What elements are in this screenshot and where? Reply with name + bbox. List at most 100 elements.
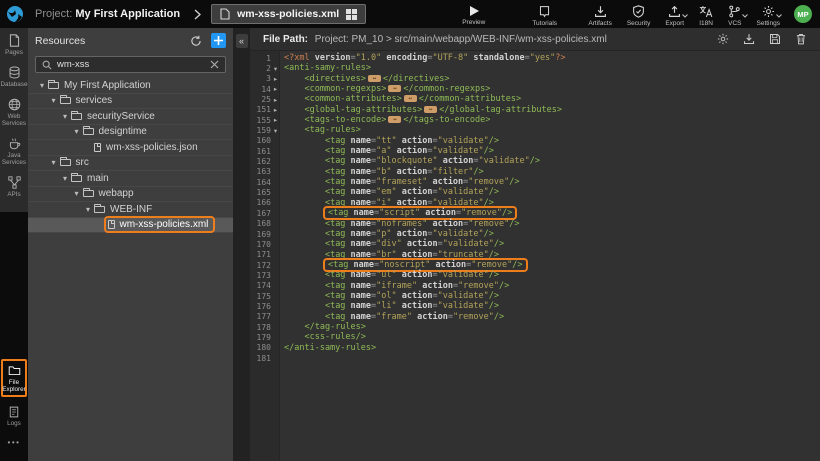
tree-node-label: securityService: [87, 111, 155, 122]
topbar-export-button[interactable]: Export: [665, 5, 684, 27]
wavemaker-logo-icon[interactable]: [6, 5, 24, 23]
folded-code-placeholder[interactable]: ↔: [388, 85, 401, 92]
code-line-171[interactable]: 171 <tag name="br" action="truncate"/>: [250, 250, 820, 260]
collapse-panel-button[interactable]: «: [236, 34, 248, 48]
search-input[interactable]: [57, 59, 205, 70]
code-line-162[interactable]: 162 <tag name="blockquote" action="valid…: [250, 156, 820, 166]
tree-node-wm-xss-policies-json[interactable]: wm-xss-policies.json: [28, 140, 233, 156]
code-line-161[interactable]: 161 <tag name="a" action="validate"/>: [250, 146, 820, 156]
tutorials-button[interactable]: Tutorials: [532, 5, 557, 27]
tree-node-content: wm-xss-policies.json: [94, 142, 198, 153]
folded-code-placeholder[interactable]: ↔: [424, 106, 437, 113]
code-line-181[interactable]: 181: [250, 353, 820, 363]
code-line-172[interactable]: 172 <tag name="noscript" action="remove"…: [250, 260, 820, 270]
sidebar-item-logs[interactable]: Logs: [1, 406, 28, 427]
fold-open-icon[interactable]: ▾: [271, 65, 280, 73]
fold-open-icon[interactable]: ▾: [271, 127, 280, 135]
code-line-167[interactable]: 167 <tag name="script" action="remove"/>: [250, 208, 820, 218]
topbar-artifacts-button[interactable]: Artifacts: [588, 5, 611, 27]
tree-node-web-inf[interactable]: ▾WEB-INF: [28, 202, 233, 218]
folded-code-placeholder[interactable]: ↔: [388, 116, 401, 123]
fold-closed-icon[interactable]: ▸: [271, 96, 280, 104]
expand-arrow-open-icon[interactable]: ▾: [36, 81, 48, 90]
fold-closed-icon[interactable]: ▸: [271, 116, 280, 124]
code-line-14[interactable]: 14▸ <common-regexps>↔</common-regexps>: [250, 84, 820, 94]
expand-arrow-open-icon[interactable]: ▾: [59, 174, 71, 183]
code-line-2[interactable]: 2▾<anti-samy-rules>: [250, 63, 820, 73]
code-line-169[interactable]: 169 <tag name="p" action="validate"/>: [250, 229, 820, 239]
clear-search-icon[interactable]: [210, 60, 219, 69]
line-number: 161: [250, 147, 271, 156]
topbar-i18n-button[interactable]: I18N: [699, 5, 713, 27]
tree-node-src[interactable]: ▾src: [28, 156, 233, 172]
sidebar-item-pages[interactable]: Pages: [0, 34, 28, 56]
tree-node-my-first-application[interactable]: ▾My First Application: [28, 78, 233, 94]
code-line-175[interactable]: 175 <tag name="ol" action="validate"/>: [250, 291, 820, 301]
folded-code-placeholder[interactable]: ↔: [368, 75, 381, 82]
topbar-security-button[interactable]: Security: [627, 5, 650, 27]
sidebar-item-file-explorer[interactable]: File Explorer: [1, 359, 27, 397]
save-file-button[interactable]: [769, 33, 781, 45]
expand-arrow-open-icon[interactable]: ▾: [82, 205, 94, 214]
sidebar-item-java-services[interactable]: Java Services: [0, 137, 28, 166]
delete-file-button[interactable]: [795, 33, 807, 45]
code-line-179[interactable]: 179 <css-rules/>: [250, 332, 820, 342]
tree-node-wm-xss-policies-xml[interactable]: wm-xss-policies.xml: [28, 218, 233, 234]
tree-node-label: wm-xss-policies.json: [106, 142, 198, 153]
code-line-173[interactable]: 173 <tag name="ul" action="validate"/>: [250, 270, 820, 280]
code-line-164[interactable]: 164 <tag name="frameset" action="remove"…: [250, 177, 820, 187]
folder-icon: [71, 175, 82, 182]
expand-arrow-open-icon[interactable]: ▾: [59, 112, 71, 121]
code-line-168[interactable]: 168 <tag name="noframes" action="remove"…: [250, 219, 820, 229]
code-line-151[interactable]: 151▸ <global-tag-attributes>↔</global-ta…: [250, 105, 820, 115]
code-line-text: <tag name="noframes" action="remove"/>: [280, 219, 520, 229]
user-avatar[interactable]: MP: [794, 5, 812, 23]
sidebar-item-apis[interactable]: APIs: [0, 176, 28, 198]
code-line-3[interactable]: 3▸ <directives>↔</directives>: [250, 74, 820, 84]
tree-node-main[interactable]: ▾main: [28, 171, 233, 187]
tree-node-designtime[interactable]: ▾designtime: [28, 125, 233, 141]
editor-settings-button[interactable]: [717, 33, 729, 45]
java-services-cup-icon: [8, 137, 21, 150]
tree-node-securityservice[interactable]: ▾ securityService: [28, 109, 233, 125]
code-line-174[interactable]: 174 <tag name="iframe" action="remove"/>: [250, 281, 820, 291]
code-line-180[interactable]: 180</anti-samy-rules>: [250, 343, 820, 353]
code-line-text: <tag name="tt" action="validate"/>: [280, 136, 499, 146]
fold-closed-icon[interactable]: ▸: [271, 75, 280, 83]
more-options-button[interactable]: •••: [8, 438, 21, 447]
grid-view-icon[interactable]: [346, 9, 357, 20]
project-breadcrumb[interactable]: Project: My First Application: [35, 8, 180, 20]
code-line-165[interactable]: 165 <tag name="em" action="validate"/>: [250, 187, 820, 197]
code-line-176[interactable]: 176 <tag name="li" action="validate"/>: [250, 301, 820, 311]
expand-arrow-open-icon[interactable]: ▾: [71, 189, 83, 198]
code-line-1[interactable]: 1<?xml version="1.0" encoding="UTF-8" st…: [250, 53, 820, 63]
code-line-166[interactable]: 166 <tag name="i" action="validate"/>: [250, 198, 820, 208]
fold-closed-icon[interactable]: ▸: [271, 85, 280, 93]
code-line-178[interactable]: 178 </tag-rules>: [250, 322, 820, 332]
code-line-155[interactable]: 155▸ <tags-to-encode>↔</tags-to-encode>: [250, 115, 820, 125]
tab-wm-xss-policies-xml[interactable]: wm-xss-policies.xml: [211, 4, 366, 24]
preview-button[interactable]: Preview: [462, 5, 485, 26]
code-line-25[interactable]: 25▸ <common-attributes>↔</common-attribu…: [250, 94, 820, 104]
topbar-vcs-button[interactable]: VCS: [728, 5, 741, 27]
code-line-159[interactable]: 159▾ <tag-rules>: [250, 125, 820, 135]
sidebar-item-databases[interactable]: Databases: [0, 66, 28, 88]
tree-node-services[interactable]: ▾services: [28, 94, 233, 110]
expand-arrow-open-icon[interactable]: ▾: [48, 96, 60, 105]
expand-arrow-open-icon[interactable]: ▾: [48, 158, 60, 167]
expand-arrow-open-icon[interactable]: ▾: [71, 127, 83, 136]
tree-node-content: securityService: [71, 111, 155, 122]
download-file-button[interactable]: [743, 33, 755, 45]
topbar-settings-button[interactable]: Settings: [757, 5, 781, 27]
code-line-160[interactable]: 160 <tag name="tt" action="validate"/>: [250, 136, 820, 146]
refresh-icon[interactable]: [190, 35, 202, 47]
folded-code-placeholder[interactable]: ↔: [404, 95, 417, 102]
fold-closed-icon[interactable]: ▸: [271, 106, 280, 114]
add-resource-button[interactable]: [211, 33, 226, 48]
sidebar-item-web-services[interactable]: Web Services: [0, 98, 28, 127]
tree-node-webapp[interactable]: ▾webapp: [28, 187, 233, 203]
code-line-170[interactable]: 170 <tag name="div" action="validate"/>: [250, 239, 820, 249]
code-area[interactable]: 1<?xml version="1.0" encoding="UTF-8" st…: [250, 51, 820, 461]
code-line-163[interactable]: 163 <tag name="b" action="filter"/>: [250, 167, 820, 177]
code-line-177[interactable]: 177 <tag name="frame" action="remove"/>: [250, 312, 820, 322]
